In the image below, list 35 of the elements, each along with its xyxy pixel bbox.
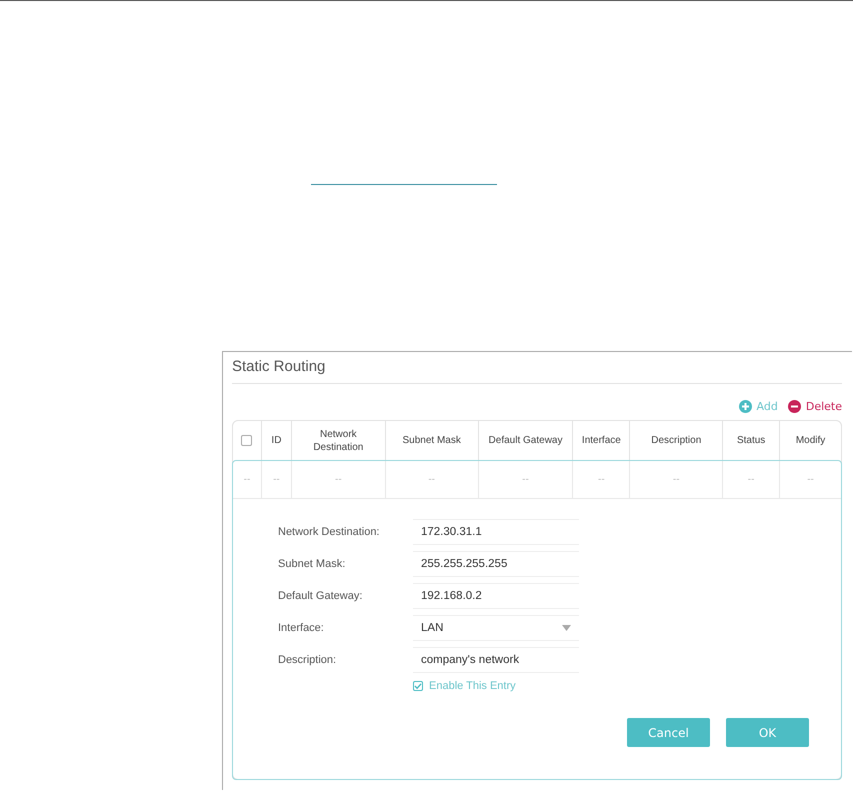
field-label: Subnet Mask: — [278, 558, 346, 570]
dropdown[interactable]: LAN — [413, 615, 579, 641]
column-header: Description — [651, 434, 702, 447]
table-cell: -- — [273, 474, 280, 485]
table-cell: -- — [244, 474, 250, 485]
table-cell: -- — [598, 474, 605, 485]
column-header: Status — [736, 434, 766, 447]
column-header: Subnet Mask — [402, 434, 461, 447]
field-label: Interface: — [278, 622, 325, 634]
field-label: Default Gateway: — [278, 590, 364, 602]
table-cell: -- — [334, 474, 342, 485]
column-header: Network Destination — [312, 428, 364, 454]
checkbox-label: Enable This Entry — [429, 680, 516, 692]
field-label: Network Destination: — [278, 526, 380, 538]
input-field[interactable]: 192.168.0.2 — [413, 583, 579, 609]
table-cell: -- — [807, 474, 814, 485]
input-field[interactable]: company's network — [413, 647, 579, 673]
table-cell: -- — [748, 474, 754, 485]
delete-button[interactable]: Delete — [788, 398, 842, 414]
column-header: ID — [271, 434, 282, 447]
table-cell: -- — [522, 474, 529, 485]
checkbox[interactable] — [413, 681, 423, 691]
column-header: Modify — [796, 434, 826, 447]
column-header: Interface — [582, 434, 621, 447]
field-label: Description: — [278, 654, 338, 666]
minus-icon — [788, 400, 801, 412]
table-cell: -- — [672, 474, 680, 485]
panel-title: Static Routing — [232, 358, 842, 384]
table-cell: -- — [428, 474, 435, 485]
column-header: Default Gateway — [488, 434, 562, 447]
input-field[interactable]: 172.30.31.1 — [413, 519, 579, 545]
dropdown-arrow-icon — [562, 625, 571, 631]
plus-icon — [738, 400, 752, 412]
input-field[interactable]: 255.255.255.255 — [413, 551, 579, 577]
select-all-checkbox[interactable] — [241, 435, 252, 446]
